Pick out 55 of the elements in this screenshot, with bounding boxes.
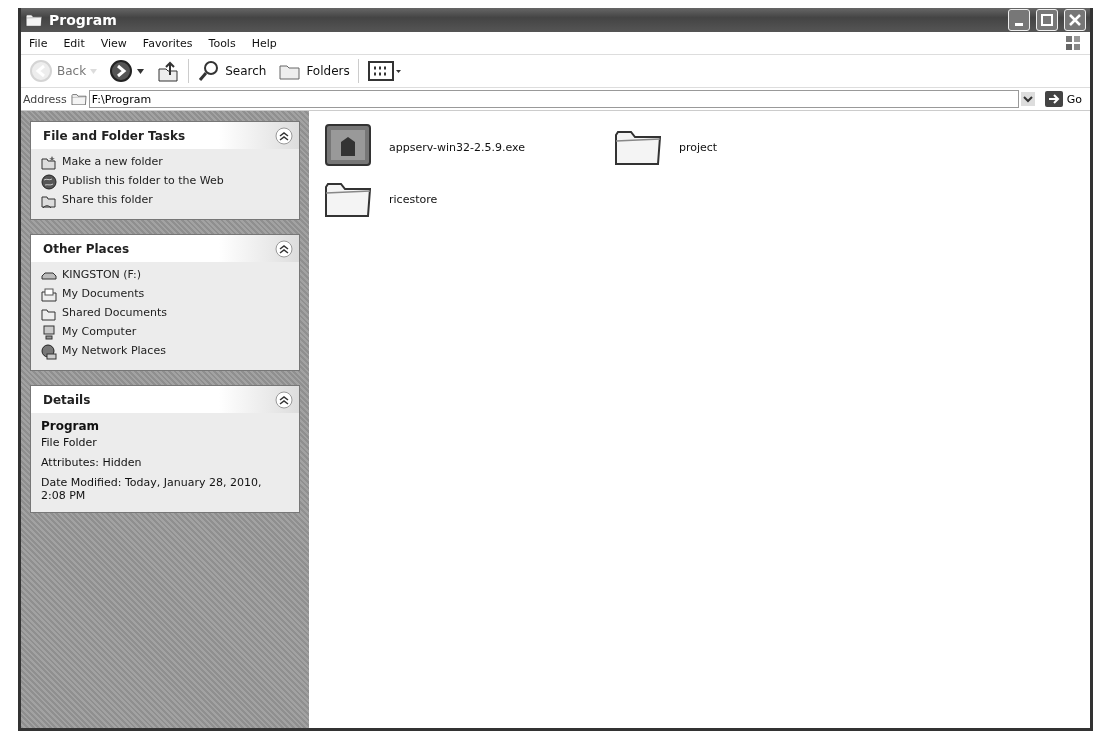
file-name[interactable]: project — [679, 140, 718, 154]
panel-title: Other Places — [43, 242, 130, 256]
documents-folder-icon — [41, 287, 57, 303]
address-field[interactable]: F:\Program — [88, 90, 1019, 108]
folders-button[interactable]: Folders — [274, 57, 354, 85]
folder-icon — [70, 92, 87, 106]
panel-title: File and Folder Tasks — [43, 129, 186, 143]
go-arrow-icon — [1044, 91, 1063, 107]
up-folder-icon — [156, 59, 181, 83]
menu-item[interactable]: Edit — [55, 36, 93, 50]
windows-logo-icon — [1064, 34, 1082, 52]
address-label: Address — [23, 92, 67, 106]
task-link[interactable]: KINGSTON (F:) — [62, 268, 142, 281]
task-link[interactable]: Shared Documents — [62, 306, 167, 319]
network-icon — [41, 344, 57, 360]
go-button[interactable]: Go — [1038, 91, 1088, 107]
folder-icon — [41, 155, 57, 171]
close-icon — [1069, 14, 1081, 26]
collapse-chevron-icon[interactable] — [275, 240, 293, 258]
minimize-icon — [1015, 22, 1023, 26]
menu-item[interactable]: Help — [243, 36, 285, 50]
folder-icon — [41, 306, 57, 322]
search-button[interactable]: Search — [193, 57, 271, 85]
shared-folder-icon — [41, 193, 57, 209]
globe-icon — [41, 174, 57, 190]
window-title: Program — [49, 12, 118, 28]
computer-icon — [41, 325, 57, 341]
caret-icon — [137, 68, 145, 74]
dropdown-button[interactable] — [1020, 92, 1035, 106]
details-text: Date Modified: Today, January 28, 2010, 2:08 PM — [41, 476, 263, 502]
menu-item[interactable]: Favorites — [134, 36, 201, 50]
collapse-chevron-icon[interactable] — [275, 391, 293, 409]
collapse-chevron-icon[interactable] — [275, 127, 293, 145]
menu-item[interactable]: Tools — [200, 36, 244, 50]
menu-item[interactable]: View — [92, 36, 135, 50]
details-text: Attributes: Hidden — [41, 456, 143, 469]
folder-icon — [25, 12, 43, 28]
caret-icon — [90, 68, 98, 74]
file-name[interactable]: appserv-win32-2.5.9.exe — [389, 140, 525, 154]
details-text: File Folder — [41, 436, 98, 449]
maximize-button[interactable] — [1036, 9, 1058, 31]
task-link[interactable]: Share this folder — [62, 193, 153, 206]
task-link[interactable]: My Network Places — [62, 344, 166, 357]
details-name: Program — [41, 419, 101, 433]
maximize-icon — [1041, 14, 1053, 26]
task-link[interactable]: My Computer — [62, 325, 137, 338]
task-link[interactable]: Make a new folder — [62, 155, 163, 168]
task-link[interactable]: My Documents — [62, 287, 145, 300]
file-name[interactable]: ricestore — [389, 192, 438, 206]
minimize-button[interactable] — [1008, 9, 1030, 31]
panel-title: Details — [43, 393, 91, 407]
views-grid-icon — [366, 59, 403, 83]
close-button[interactable] — [1064, 9, 1086, 31]
task-link[interactable]: Publish this folder to the Web — [62, 174, 224, 187]
menu-item[interactable]: File — [21, 36, 56, 50]
